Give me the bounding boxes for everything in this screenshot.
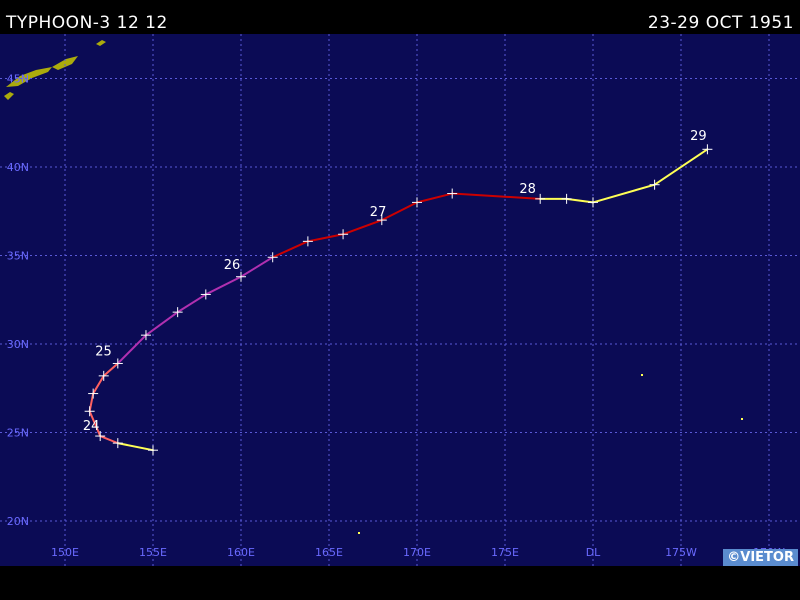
track-point (338, 229, 349, 240)
track-point (148, 445, 158, 456)
track-point (88, 388, 99, 399)
track-segment (99, 435, 119, 445)
track-segment (342, 219, 383, 236)
latitude-label: 45N (7, 73, 29, 86)
track-segment (416, 192, 454, 204)
track-segment (380, 201, 418, 222)
track-segment (565, 197, 594, 204)
track-point (112, 438, 123, 449)
track-point (447, 188, 458, 199)
day-label: 29 (690, 129, 707, 144)
track-point (200, 289, 211, 300)
longitude-label: 150E (51, 546, 79, 559)
track-segment (240, 256, 274, 278)
longitude-label: 175E (491, 546, 519, 559)
day-label: 25 (95, 345, 112, 360)
track-point (267, 252, 278, 263)
latitude-label: 30N (7, 338, 29, 351)
track-map: 150E155E160E165E170E175EDL175W170W45N40N… (0, 34, 800, 566)
track-position-marks (84, 144, 713, 456)
latitude-label: 40N (7, 161, 29, 174)
track-point (302, 236, 313, 247)
track-segment (92, 374, 105, 395)
track-point (84, 406, 95, 417)
footer-bar (0, 566, 800, 600)
graticule-labels: 150E155E160E165E170E175EDL175W170W45N40N… (7, 73, 785, 560)
day-label: 27 (370, 205, 387, 220)
track-point (588, 197, 598, 208)
longitude-label: 160E (227, 546, 255, 559)
track-map-svg: 150E155E160E165E170E175EDL175W170W45N40N… (0, 34, 800, 566)
track-point (412, 197, 422, 208)
latitude-label: 35N (7, 250, 29, 263)
track-segment (116, 442, 154, 452)
landmass-kuril-islands (4, 40, 106, 100)
track-segment (102, 362, 119, 377)
latitude-label: 20N (7, 515, 29, 528)
longitude-label: 155E (139, 546, 167, 559)
track-segment (271, 240, 309, 259)
day-labels: 24 25 26 27 28 29 (83, 129, 707, 434)
date-range: 23-29 OCT 1951 (647, 13, 794, 33)
track-segment (88, 392, 95, 413)
track-point (236, 271, 246, 282)
map-title: TYPHOON-3 12 12 (6, 13, 168, 33)
track-point (535, 193, 546, 204)
day-label: 28 (519, 182, 536, 197)
track-segment (306, 233, 345, 243)
latitude-label: 25N (7, 427, 29, 440)
track-segment (592, 183, 656, 204)
longitude-label: 165E (315, 546, 343, 559)
longitude-label: 175W (665, 546, 697, 559)
day-label: 24 (83, 419, 100, 434)
track-segment (116, 334, 147, 365)
track-segment (176, 293, 207, 314)
longitude-label: 170E (403, 546, 431, 559)
graticule (0, 34, 800, 566)
track-segment (204, 275, 242, 296)
day-label: 26 (224, 258, 241, 273)
longitude-label: DL (586, 546, 601, 559)
track-point (561, 193, 572, 204)
stray-dots (358, 374, 743, 534)
track-segment (144, 311, 179, 337)
copyright-badge: ©VIETOR (723, 549, 798, 566)
storm-track (88, 148, 709, 452)
